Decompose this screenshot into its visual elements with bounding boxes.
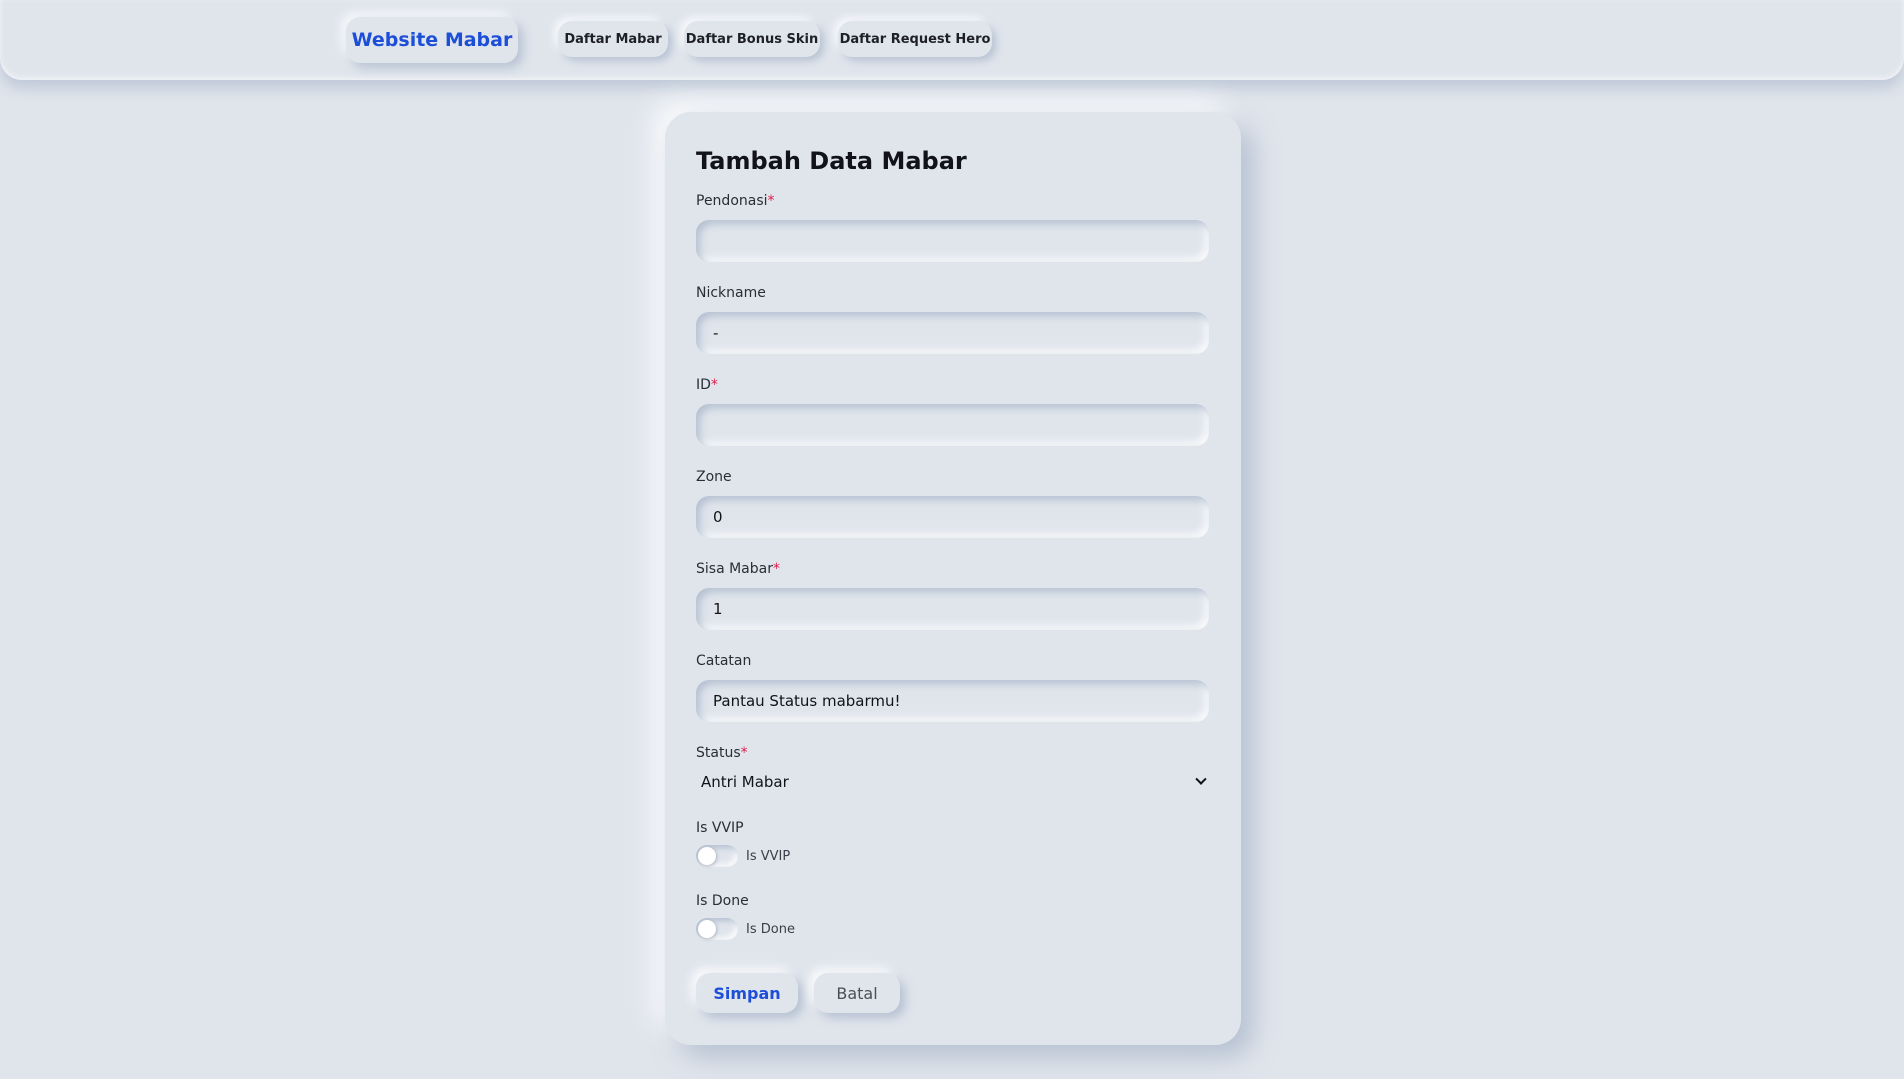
pendonasi-input[interactable] [696,220,1209,262]
chevron-down-icon [1195,773,1207,785]
nav-link-daftar-bonus-skin[interactable]: Daftar Bonus Skin [684,21,820,57]
required-marker: * [710,377,718,393]
nickname-label: Nickname [696,285,766,301]
toggle-knob [698,847,716,865]
nickname-input[interactable]: - [696,312,1209,354]
required-marker: * [740,745,748,761]
cancel-button[interactable]: Batal [814,973,900,1013]
is-done-toggle-row: Is Done [696,918,795,940]
sisa-mabar-label-text: Sisa Mabar [696,561,773,577]
required-marker: * [772,561,780,577]
is-vvip-label: Is VVIP [696,820,744,836]
pendonasi-label: Pendonasi* [696,193,775,209]
save-button[interactable]: Simpan [696,973,798,1013]
zone-label: Zone [696,469,732,485]
status-select[interactable]: Antri Mabar [696,767,1209,797]
status-label-text: Status [696,745,741,761]
is-done-toggle-label: Is Done [746,921,795,937]
id-label: ID* [696,377,718,393]
is-vvip-toggle[interactable] [696,845,738,867]
top-navbar: Website Mabar Daftar Mabar Daftar Bonus … [0,0,1904,80]
zone-input[interactable]: 0 [696,496,1209,538]
is-done-label: Is Done [696,893,749,909]
catatan-label: Catatan [696,653,752,669]
is-done-toggle[interactable] [696,918,738,940]
form-title: Tambah Data Mabar [696,147,967,175]
is-vvip-toggle-label: Is VVIP [746,848,791,864]
toggle-knob [698,920,716,938]
status-label: Status* [696,745,748,761]
required-marker: * [767,193,775,209]
nav-link-daftar-mabar[interactable]: Daftar Mabar [558,21,668,57]
status-selected-value: Antri Mabar [701,773,789,791]
brand-link[interactable]: Website Mabar [346,17,518,63]
nav-link-daftar-request-hero[interactable]: Daftar Request Hero [838,21,992,57]
is-vvip-toggle-row: Is VVIP [696,845,790,867]
form-card: Tambah Data Mabar Pendonasi* Nickname - … [665,112,1241,1045]
catatan-input[interactable]: Pantau Status mabarmu! [696,680,1209,722]
pendonasi-label-text: Pendonasi [696,193,768,209]
id-input[interactable] [696,404,1209,446]
id-label-text: ID [696,377,711,393]
sisa-mabar-input[interactable]: 1 [696,588,1209,630]
sisa-mabar-label: Sisa Mabar* [696,561,780,577]
